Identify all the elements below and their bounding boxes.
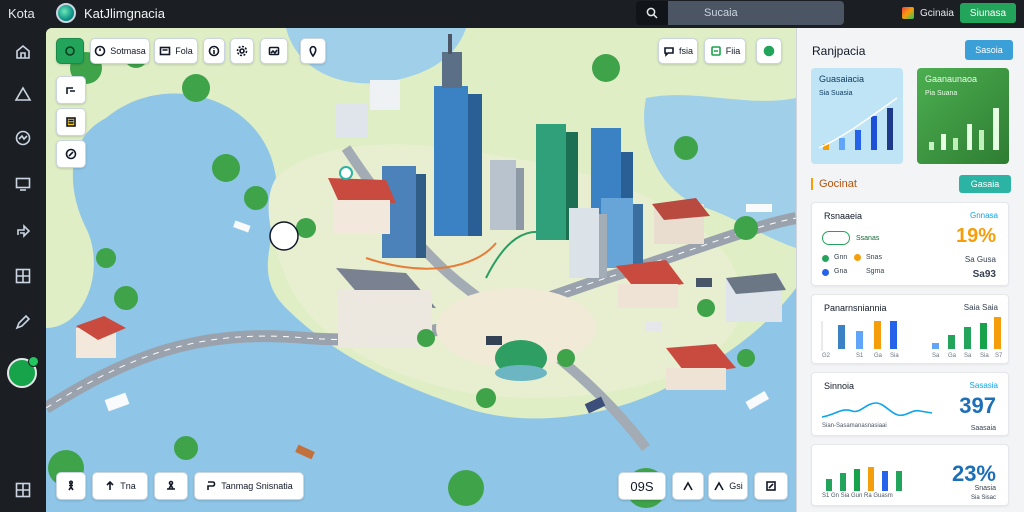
legend-icon[interactable] bbox=[56, 108, 86, 136]
card-row-3: Gna bbox=[834, 268, 848, 275]
status-dot bbox=[854, 254, 861, 261]
axis-tick: Sia bbox=[980, 353, 989, 359]
axis-tick: Ga bbox=[874, 353, 883, 359]
axis-tick: G2 bbox=[822, 353, 831, 359]
layers-button[interactable]: Sotmasa bbox=[90, 38, 150, 64]
card-small-2: Sa93 bbox=[972, 269, 996, 280]
axis-tick: Sa bbox=[932, 353, 940, 359]
zoom-level-label: 09S bbox=[630, 478, 654, 494]
status-dot bbox=[822, 269, 829, 276]
grid-tool-label: Gsi bbox=[729, 481, 743, 491]
axis-tick: S7 bbox=[995, 353, 1003, 359]
measure-tool-button[interactable] bbox=[56, 76, 86, 104]
card-big-value: 19% bbox=[955, 225, 996, 247]
card-bar-chart bbox=[826, 467, 902, 491]
summary-tile-green[interactable]: Gaanaunaoa Pia Suana bbox=[917, 68, 1009, 164]
view-label: Fola bbox=[175, 46, 193, 56]
edit-icon[interactable] bbox=[754, 472, 788, 500]
tile-bar-chart bbox=[818, 97, 898, 150]
layout-grid-icon[interactable] bbox=[13, 480, 33, 500]
view-button[interactable]: Fola bbox=[154, 38, 198, 64]
card-row-1: Ssanas bbox=[856, 235, 880, 242]
axis-tick: Ga bbox=[948, 353, 957, 359]
card-footnote: Sian-Sasamanasnasiaai bbox=[822, 423, 887, 429]
left-navigation-rail bbox=[0, 28, 46, 512]
card-small-1: Sa Gusa bbox=[964, 255, 996, 264]
primary-cta-button[interactable]: Siunasa bbox=[960, 3, 1016, 23]
axis-tick: S1 bbox=[856, 353, 864, 359]
card-row-3b: Sgma bbox=[866, 268, 885, 275]
compass-icon[interactable] bbox=[56, 140, 86, 168]
search-icon[interactable] bbox=[636, 1, 668, 25]
globe-logo-icon bbox=[56, 3, 76, 23]
card-big-value: 397 bbox=[959, 393, 996, 418]
image-icon[interactable] bbox=[260, 38, 288, 64]
section-action-button[interactable]: Gasaia bbox=[959, 175, 1011, 193]
person-pin-button[interactable] bbox=[154, 472, 188, 500]
card-title: Rsnaaeia bbox=[824, 211, 863, 221]
alert-icon[interactable] bbox=[13, 84, 33, 104]
card-small: Saasaia bbox=[970, 425, 996, 432]
layers-toggle-button[interactable] bbox=[56, 38, 84, 64]
avatar[interactable] bbox=[7, 356, 39, 388]
card-big-value: 23% bbox=[951, 461, 996, 486]
pen-icon[interactable] bbox=[13, 312, 33, 332]
map-tool-2-button[interactable]: Fiia bbox=[704, 38, 746, 64]
map-illustration bbox=[46, 28, 796, 512]
location-icon[interactable] bbox=[300, 38, 326, 64]
route-button[interactable]: Tna bbox=[92, 472, 148, 500]
card-small: Snasia bbox=[974, 485, 996, 492]
stat-card-4[interactable]: 23% S1 Gn Sia Gun Ra Guasm Snasia Sia Si… bbox=[811, 444, 1009, 506]
section-accent bbox=[811, 178, 813, 190]
share-icon[interactable] bbox=[13, 220, 33, 240]
status-dot bbox=[822, 255, 829, 262]
route-label: Tna bbox=[120, 481, 136, 491]
axis-tick: Sa bbox=[964, 353, 972, 359]
user-icon[interactable] bbox=[902, 7, 914, 19]
card-row-2: Gnn bbox=[834, 254, 848, 261]
map-tool-2-label: Fiia bbox=[725, 46, 741, 56]
top-bar: Kota KatJlimgnacia Gcinaia Siunasa bbox=[0, 0, 1024, 28]
card-subtitle: Sasasia bbox=[969, 381, 998, 390]
search-input[interactable] bbox=[668, 1, 844, 25]
grid-icon[interactable] bbox=[13, 266, 33, 286]
stat-card-2[interactable]: Panarnsniannia Saia Saia G2 S1 Ga Sia Sa… bbox=[811, 294, 1009, 364]
map-tool-1-button[interactable]: fsia bbox=[658, 38, 698, 64]
panel-title: Ranjpacia bbox=[812, 44, 866, 58]
card-subtitle: Gnnasa bbox=[969, 211, 998, 220]
analytics-panel: Ranjpacia Sasoia Guasaiacia Sia Suasia G… bbox=[796, 28, 1024, 512]
mode-selector-button[interactable]: Tanmag Snisnatia bbox=[194, 472, 304, 500]
brand-name: Kota bbox=[8, 6, 35, 21]
summary-tile-blue[interactable]: Guasaiacia Sia Suasia bbox=[811, 68, 903, 164]
monitor-icon[interactable] bbox=[13, 174, 33, 194]
grid-tool-button[interactable]: Gsi bbox=[708, 472, 748, 500]
mode-selector-label: Tanmag Snisnatia bbox=[221, 481, 293, 491]
zoom-level-readout: 09S bbox=[618, 472, 666, 500]
stat-card-3[interactable]: Sinnoia Sasasia 397 Sian-Sasamanasnasiaa… bbox=[811, 372, 1009, 436]
activity-icon[interactable] bbox=[13, 128, 33, 148]
info-button[interactable] bbox=[203, 38, 225, 64]
card-row-2b: Snas bbox=[866, 254, 882, 261]
section-title: Gocinat bbox=[819, 178, 857, 190]
walk-mode-button[interactable] bbox=[56, 472, 86, 500]
layers-label: Sotmasa bbox=[110, 46, 146, 56]
card-footnote: S1 Gn Sia Gun Ra Guasm bbox=[822, 493, 893, 499]
tile-bar-chart bbox=[929, 108, 999, 150]
map-tool-1-label: fsia bbox=[678, 46, 693, 56]
home-icon[interactable] bbox=[13, 42, 33, 62]
stat-card-1[interactable]: Rsnaaeia Gnnasa 19% Ssanas Gnn Snas Gna … bbox=[811, 202, 1009, 286]
user-label[interactable]: Gcinaia bbox=[920, 8, 954, 19]
toggle-pill[interactable] bbox=[822, 231, 850, 245]
city-map-canvas[interactable]: Sotmasa Fola fsia Fiia Tna Tanmag Snisna… bbox=[46, 28, 796, 512]
settings-icon[interactable] bbox=[230, 38, 254, 64]
draw-line-button[interactable] bbox=[672, 472, 704, 500]
search-bar bbox=[636, 1, 846, 25]
app-title: KatJlimgnacia bbox=[84, 6, 165, 21]
panel-action-button[interactable]: Sasoia bbox=[965, 40, 1013, 60]
share-map-button[interactable] bbox=[756, 38, 782, 64]
card-footnote-right: Sia Sisac bbox=[970, 495, 996, 501]
axis-tick: Sia bbox=[890, 353, 899, 359]
